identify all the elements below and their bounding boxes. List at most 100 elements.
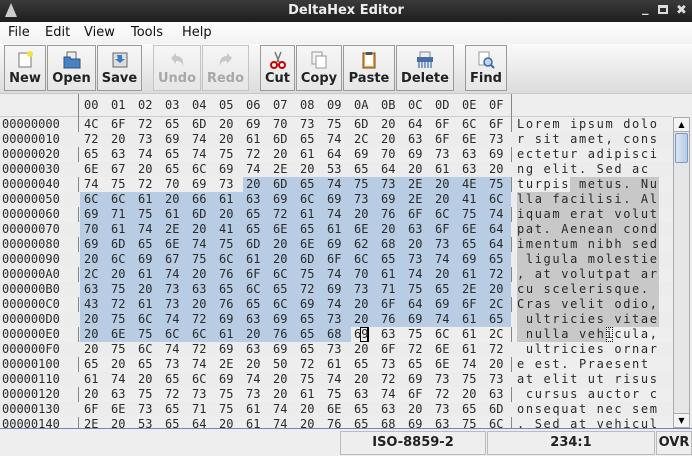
hex-byte[interactable]: 69 xyxy=(84,207,98,222)
hex-byte[interactable]: 69 xyxy=(219,342,233,357)
ascii-char[interactable]: e xyxy=(588,222,595,237)
ascii-char[interactable]: t xyxy=(650,207,657,222)
hex-byte[interactable]: 20 xyxy=(408,402,422,417)
ascii-char[interactable]: i xyxy=(570,117,577,132)
hex-byte[interactable]: 72 xyxy=(408,342,422,357)
ascii-char[interactable]: n xyxy=(632,357,639,372)
hex-byte[interactable]: 6C xyxy=(273,267,287,282)
ascii-char[interactable]: , xyxy=(650,297,657,312)
ascii-char[interactable]: i xyxy=(623,312,630,327)
hex-byte[interactable]: 2E xyxy=(84,417,98,428)
hex-byte[interactable]: 20 xyxy=(273,252,287,267)
ascii-char[interactable]: r xyxy=(552,342,559,357)
hex-byte[interactable]: 75 xyxy=(354,177,368,192)
ascii-char[interactable]: e xyxy=(517,357,524,372)
hex-byte[interactable]: 64 xyxy=(408,117,422,132)
hex-byte[interactable]: 65 xyxy=(165,372,179,387)
ascii-char[interactable]: h xyxy=(614,237,621,252)
hex-byte[interactable]: 73 xyxy=(219,177,233,192)
hex-byte[interactable]: 69 xyxy=(489,147,503,162)
hex-byte[interactable]: 63 xyxy=(408,222,422,237)
ascii-char[interactable]: r xyxy=(552,312,559,327)
hex-byte[interactable]: 74 xyxy=(408,267,422,282)
ascii-char[interactable]: s xyxy=(588,117,595,132)
ascii-char[interactable]: e xyxy=(632,282,639,297)
hex-byte[interactable]: 65 xyxy=(246,297,260,312)
hex-byte[interactable]: 20 xyxy=(300,402,314,417)
hex-byte[interactable]: 6D xyxy=(192,117,206,132)
hex-byte[interactable]: 20 xyxy=(354,297,368,312)
ascii-char[interactable]: t xyxy=(552,147,559,162)
hex-byte[interactable]: 72 xyxy=(300,357,314,372)
hex-byte[interactable]: 20 xyxy=(165,192,179,207)
ascii-char[interactable]: p xyxy=(579,117,586,132)
redo-button[interactable]: Redo xyxy=(202,45,249,91)
hex-byte[interactable]: 20 xyxy=(84,327,98,342)
hex-byte[interactable]: 6E xyxy=(462,222,476,237)
hex-byte[interactable]: 6F xyxy=(408,207,422,222)
hex-byte[interactable]: 74 xyxy=(327,267,341,282)
ascii-char[interactable]: u xyxy=(535,207,542,222)
hex-byte[interactable]: 73 xyxy=(165,357,179,372)
ascii-char[interactable]: i xyxy=(561,162,568,177)
hex-byte[interactable]: 69 xyxy=(354,327,368,342)
ascii-char[interactable]: m xyxy=(650,402,657,417)
hex-byte[interactable]: 74 xyxy=(435,312,449,327)
hex-byte[interactable]: 70 xyxy=(381,147,395,162)
ascii-char[interactable]: n xyxy=(641,222,648,237)
hex-byte[interactable]: 61 xyxy=(300,387,314,402)
hex-byte[interactable]: 6C xyxy=(435,327,449,342)
ascii-char[interactable]: t xyxy=(632,312,639,327)
ascii-char[interactable]: P xyxy=(579,357,586,372)
hex-byte[interactable]: 20 xyxy=(219,117,233,132)
hex-byte[interactable]: 68 xyxy=(381,237,395,252)
hex-byte[interactable]: 75 xyxy=(111,177,125,192)
undo-button[interactable]: Undo xyxy=(153,45,201,91)
ascii-char[interactable]: i xyxy=(606,147,613,162)
ascii-char[interactable]: t xyxy=(517,177,524,192)
ascii-char[interactable]: e xyxy=(588,327,595,342)
hex-byte[interactable]: 74 xyxy=(192,147,206,162)
hex-byte[interactable]: 65 xyxy=(138,357,152,372)
hex-byte[interactable]: 6F xyxy=(435,117,449,132)
hex-byte[interactable]: 65 xyxy=(300,327,314,342)
ascii-char[interactable]: e xyxy=(650,312,657,327)
ascii-char[interactable]: u xyxy=(641,372,648,387)
hex-byte[interactable]: 6C xyxy=(138,312,152,327)
ascii-char[interactable]: s xyxy=(606,192,613,207)
ascii-char[interactable]: t xyxy=(597,177,604,192)
hex-byte[interactable]: 72 xyxy=(138,177,152,192)
ascii-char[interactable]: i xyxy=(605,327,613,342)
hex-byte[interactable]: 74 xyxy=(165,267,179,282)
ascii-char[interactable]: l xyxy=(526,192,533,207)
ascii-char[interactable]: c xyxy=(552,282,559,297)
hex-byte[interactable]: 20 xyxy=(408,237,422,252)
ascii-char[interactable]: a xyxy=(526,222,533,237)
hex-byte[interactable]: 75 xyxy=(192,252,206,267)
hex-byte[interactable]: 74 xyxy=(138,222,152,237)
hex-byte[interactable]: 65 xyxy=(300,342,314,357)
hex-byte[interactable]: 69 xyxy=(300,297,314,312)
hex-byte[interactable]: 20 xyxy=(111,357,125,372)
ascii-char[interactable]: c xyxy=(641,147,648,162)
hex-byte[interactable]: 20 xyxy=(381,132,395,147)
hex-byte[interactable]: 20 xyxy=(111,417,125,428)
ascii-char[interactable]: d xyxy=(552,417,559,428)
hex-byte[interactable]: 20 xyxy=(354,207,368,222)
ascii-char[interactable]: s xyxy=(597,342,604,357)
hex-byte[interactable]: 6C xyxy=(300,192,314,207)
ascii-char[interactable]: a xyxy=(535,192,542,207)
ascii-char[interactable]: i xyxy=(561,372,568,387)
hex-byte[interactable]: 20 xyxy=(489,282,503,297)
vertical-scrollbar[interactable]: ▲ ▼ xyxy=(673,117,690,428)
ascii-char[interactable]: e xyxy=(535,237,542,252)
ascii-char[interactable]: i xyxy=(597,237,604,252)
hex-byte[interactable]: 65 xyxy=(165,147,179,162)
hex-byte[interactable]: 63 xyxy=(246,312,260,327)
hex-byte[interactable]: 63 xyxy=(381,327,395,342)
hex-byte[interactable]: 6F xyxy=(435,132,449,147)
hex-byte[interactable]: 61 xyxy=(219,192,233,207)
ascii-char[interactable]: a xyxy=(561,327,568,342)
hex-byte[interactable]: 65 xyxy=(354,357,368,372)
ascii-char[interactable]: a xyxy=(570,252,577,267)
